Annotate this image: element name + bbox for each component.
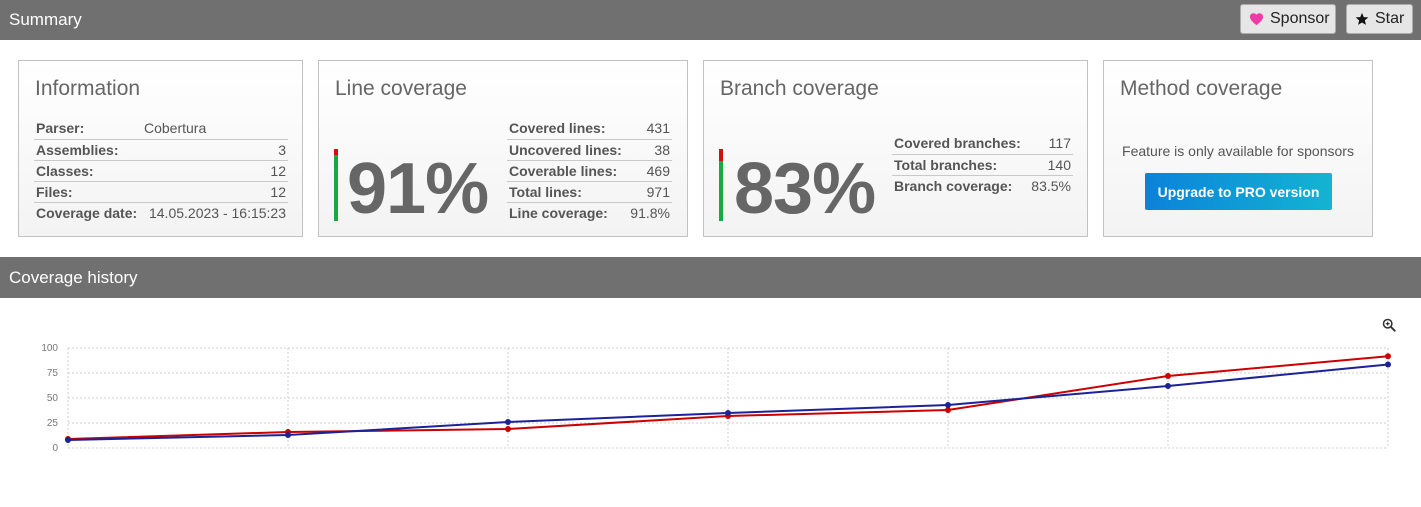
row-label: Covered branches:: [894, 135, 1021, 152]
row-label: Branch coverage:: [892, 174, 1028, 196]
y-tick-label: 50: [47, 393, 59, 404]
uncovered-fill: [334, 149, 338, 155]
branch-coverage-percent: 83%: [734, 149, 876, 229]
uncovered-fill: [719, 149, 723, 161]
y-tick-label: 75: [47, 368, 59, 379]
row-value: 117: [1048, 135, 1071, 152]
row-value: 140: [1027, 153, 1073, 175]
data-point: [1165, 373, 1171, 379]
sponsor-button[interactable]: Sponsor: [1240, 4, 1336, 34]
y-tick-label: 0: [52, 443, 58, 454]
row-value: 12: [142, 159, 288, 181]
branch-coverage-bar: [719, 149, 723, 221]
line-coverage-table: Covered lines: 431 Uncovered lines: 38 C…: [507, 118, 672, 223]
star-icon: [1355, 12, 1369, 26]
data-point: [1385, 361, 1391, 368]
row-label: Assemblies:: [34, 138, 142, 160]
information-title: Information: [35, 77, 141, 100]
summary-header: Summary: [0, 0, 1421, 40]
row-label: Covered lines:: [509, 120, 606, 137]
row-label: Coverable lines:: [507, 159, 628, 181]
row-label: Files:: [34, 180, 142, 202]
table-row: Files: 12: [34, 180, 288, 202]
row-value: 12: [142, 180, 288, 202]
heart-icon: [1249, 12, 1264, 26]
coverage-history-title: Coverage history: [9, 268, 138, 287]
coverage-history-header: Coverage history: [0, 257, 1421, 298]
table-row: Branch coverage: 83.5%: [892, 174, 1073, 196]
information-card: Information Parser: Cobertura Assemblies…: [18, 60, 303, 237]
information-table: Parser: Cobertura Assemblies: 3 Classes:…: [34, 118, 288, 223]
row-value: 3: [142, 138, 288, 160]
table-row: Line coverage: 91.8%: [507, 201, 672, 223]
row-label: Total branches:: [892, 153, 1028, 175]
y-tick-label: 100: [41, 343, 58, 354]
data-point: [505, 419, 511, 425]
branch-coverage-card: Branch coverage 83% Covered branches: 11…: [703, 60, 1088, 237]
row-value: Cobertura: [144, 120, 207, 137]
table-row: Total branches: 140: [892, 153, 1073, 175]
row-value: 971: [627, 180, 672, 202]
data-point: [505, 426, 511, 432]
table-row: Coverage date: 14.05.2023 - 16:15:23: [34, 201, 288, 223]
row-value: 431: [646, 120, 670, 137]
upgrade-pro-button[interactable]: Upgrade to PRO version: [1145, 173, 1332, 210]
data-point: [285, 432, 291, 438]
method-coverage-title: Method coverage: [1120, 77, 1283, 100]
table-row: Parser: Cobertura: [34, 118, 288, 139]
row-value: 83.5%: [1027, 174, 1073, 196]
table-row: Assemblies: 3: [34, 138, 288, 160]
table-row: Coverable lines: 469: [507, 159, 672, 181]
branch-coverage-title: Branch coverage: [720, 77, 879, 100]
data-point: [65, 437, 71, 443]
star-button[interactable]: Star: [1346, 4, 1413, 34]
line-coverage-percent: 91%: [347, 149, 489, 229]
method-coverage-card: Method coverage Feature is only availabl…: [1103, 60, 1373, 237]
data-point: [1385, 353, 1391, 360]
table-row: Classes: 12: [34, 159, 288, 181]
row-label: Uncovered lines:: [507, 138, 628, 160]
row-value: 469: [627, 159, 672, 181]
row-value: 38: [627, 138, 672, 160]
row-label: Coverage date:: [34, 201, 142, 223]
star-label: Star: [1375, 10, 1405, 27]
data-point: [945, 402, 951, 408]
branch-coverage-table: Covered branches: 117 Total branches: 14…: [892, 133, 1073, 196]
table-row: Covered branches: 117: [892, 133, 1073, 154]
data-point: [725, 410, 731, 416]
sponsor-only-message: Feature is only available for sponsors: [1122, 143, 1354, 159]
row-label: Line coverage:: [507, 201, 628, 223]
row-label: Total lines:: [507, 180, 628, 202]
table-row: Uncovered lines: 38: [507, 138, 672, 160]
row-label: Parser:: [36, 120, 85, 137]
data-point: [1165, 383, 1171, 389]
sponsor-label: Sponsor: [1270, 10, 1330, 27]
row-value: 91.8%: [627, 201, 672, 223]
line-coverage-title: Line coverage: [335, 77, 467, 100]
table-row: Covered lines: 431: [507, 118, 672, 139]
summary-title: Summary: [9, 10, 82, 29]
line-coverage-card: Line coverage 91% Covered lines: 431 Unc…: [318, 60, 688, 237]
table-row: Total lines: 971: [507, 180, 672, 202]
row-value: 14.05.2023 - 16:15:23: [142, 201, 288, 223]
y-tick-label: 25: [47, 418, 59, 429]
row-label: Classes:: [34, 159, 142, 181]
line-coverage-bar: [334, 149, 338, 221]
coverage-history-chart: 100 75 50 25 0: [41, 343, 1391, 454]
